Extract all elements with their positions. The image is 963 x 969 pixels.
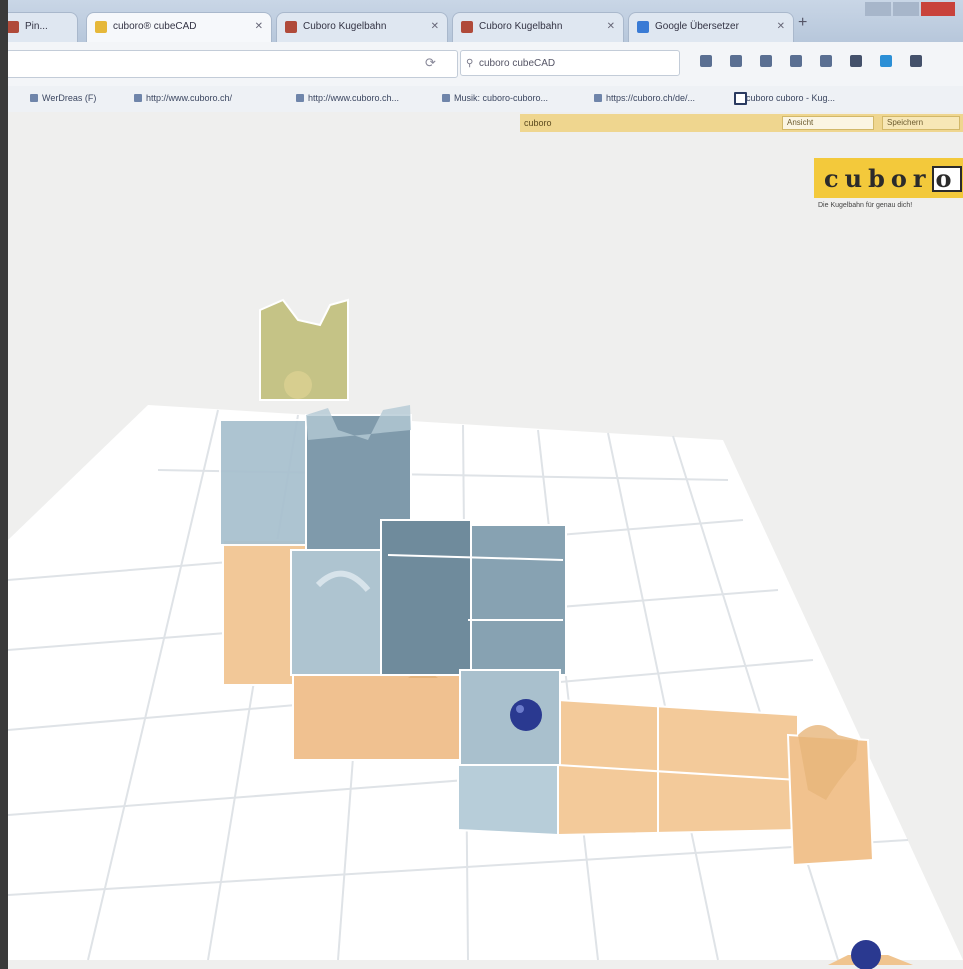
bookmark-star-icon[interactable] <box>700 55 712 67</box>
download-icon[interactable] <box>790 55 802 67</box>
favicon-icon <box>285 21 297 33</box>
window-controls <box>865 2 955 16</box>
bookmark-item[interactable]: cuboro cuboro - Kug... <box>734 92 835 105</box>
tab-label: Cuboro Kugelbahn <box>479 21 563 32</box>
search-icon: ⚲ <box>466 58 474 69</box>
tab-strip: Pin... cuboro® cubeCAD ✕ Cuboro Kugelbah… <box>8 0 963 42</box>
close-tab-icon[interactable]: ✕ <box>607 13 615 41</box>
tab-3[interactable]: Cuboro Kugelbahn ✕ <box>276 12 448 42</box>
favicon-icon <box>637 21 649 33</box>
bookmark-item[interactable]: http://www.cuboro.ch/ <box>134 93 232 103</box>
tab-4[interactable]: Cuboro Kugelbahn ✕ <box>452 12 624 42</box>
navigation-bar: ⟳ ⚲ cuboro cubeCAD <box>8 42 963 87</box>
home-icon[interactable] <box>820 55 832 67</box>
addon-icon[interactable] <box>850 55 862 67</box>
tab-5[interactable]: Google Übersetzer ✕ <box>628 12 794 42</box>
tab-label: cuboro® cubeCAD <box>113 21 197 32</box>
close-tab-icon[interactable]: ✕ <box>777 13 785 41</box>
url-input[interactable]: ⟳ <box>8 50 458 78</box>
toolbar-icons <box>700 55 922 67</box>
search-value: cuboro cubeCAD <box>479 58 556 69</box>
bookmark-item[interactable]: https://cuboro.ch/de/... <box>594 93 695 103</box>
marble <box>510 699 542 731</box>
minimize-button[interactable] <box>865 2 891 16</box>
tab-label: Google Übersetzer <box>655 21 739 32</box>
reload-icon[interactable]: ⟳ <box>425 55 436 71</box>
browser-window: Pin... cuboro® cubeCAD ✕ Cuboro Kugelbah… <box>8 0 963 969</box>
menu-icon[interactable] <box>910 55 922 67</box>
bookmark-item[interactable]: http://www.cuboro.ch... <box>296 93 399 103</box>
3d-canvas[interactable] <box>8 112 963 969</box>
maximize-button[interactable] <box>893 2 919 16</box>
search-input[interactable]: ⚲ cuboro cubeCAD <box>460 50 680 76</box>
new-tab-button[interactable]: + <box>798 14 807 32</box>
olive-cube <box>259 298 349 401</box>
close-tab-icon[interactable]: ✕ <box>431 13 439 41</box>
favicon-icon <box>461 21 473 33</box>
marble-highlight <box>516 705 524 713</box>
tab-2[interactable]: cuboro® cubeCAD ✕ <box>86 12 272 42</box>
cubecad-page: cuboro Ansicht Speichern cubor o Die Kuge… <box>8 112 963 969</box>
favicon-icon <box>95 21 107 33</box>
favicon-icon <box>8 21 19 33</box>
tab-label: Pin... <box>25 21 48 32</box>
close-tab-icon[interactable]: ✕ <box>255 13 263 41</box>
close-window-button[interactable] <box>921 2 955 16</box>
tab-1[interactable]: Pin... <box>8 12 78 42</box>
tab-label: Cuboro Kugelbahn <box>303 21 387 32</box>
reading-list-icon[interactable] <box>730 55 742 67</box>
bookmark-item[interactable]: Musik: cuboro-cuboro... <box>442 93 548 103</box>
pocket-icon[interactable] <box>760 55 772 67</box>
sync-icon[interactable] <box>880 55 892 67</box>
bookmark-item[interactable]: WerDreas (F) <box>30 93 96 103</box>
bookmarks-bar: WerDreas (F) http://www.cuboro.ch/ http:… <box>8 86 963 113</box>
